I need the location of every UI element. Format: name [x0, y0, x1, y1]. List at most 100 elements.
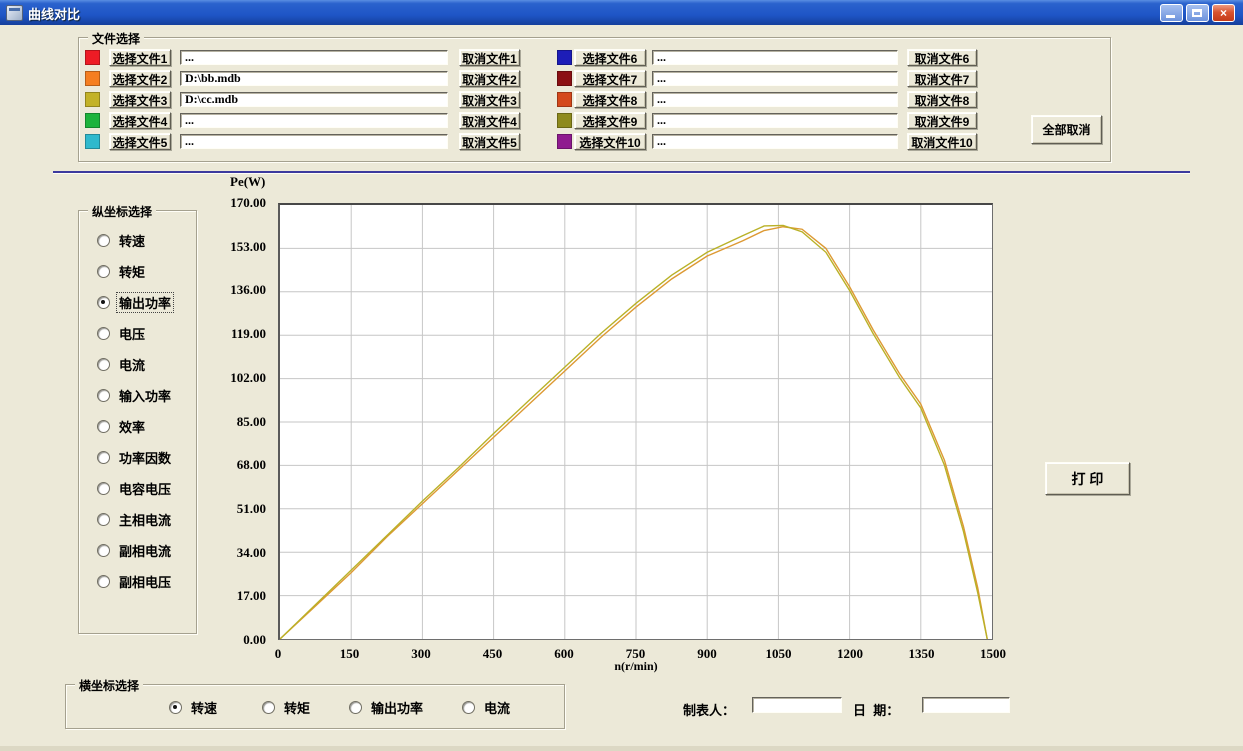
cancel-all-button[interactable]: 全部取消 — [1031, 115, 1102, 144]
y-axis-option[interactable]: 输出功率 — [97, 287, 173, 318]
select-file-button[interactable]: 选择文件7 — [574, 70, 646, 87]
x-axis-option[interactable]: 转矩 — [262, 698, 312, 717]
y-tick-label: 153.00 — [204, 239, 266, 255]
file-path-input[interactable] — [180, 92, 448, 107]
cancel-file-button[interactable]: 取消文件8 — [907, 91, 977, 108]
file-row: 选择文件3 取消文件3 — [85, 91, 520, 108]
y-tick-label: 51.00 — [204, 501, 266, 517]
cancel-file-button[interactable]: 取消文件4 — [459, 112, 520, 129]
y-axis-option[interactable]: 功率因数 — [97, 442, 173, 473]
x-axis-option[interactable]: 转速 — [169, 698, 219, 717]
file-column-right: 选择文件6 取消文件6 选择文件7 取消文件7 选择文件8 取消文件8 选择文件9 取消文件9… — [557, 49, 977, 154]
file-path-input[interactable] — [180, 50, 448, 65]
print-button[interactable]: 打 印 — [1045, 462, 1130, 495]
radio-icon[interactable] — [97, 544, 110, 557]
file-row: 选择文件10 取消文件10 — [557, 133, 977, 150]
file-row: 选择文件1 取消文件1 — [85, 49, 520, 66]
radio-icon[interactable] — [97, 327, 110, 340]
select-file-button[interactable]: 选择文件9 — [574, 112, 646, 129]
file-row: 选择文件5 取消文件5 — [85, 133, 520, 150]
y-axis-option[interactable]: 转矩 — [97, 256, 173, 287]
radio-icon[interactable] — [97, 265, 110, 278]
radio-icon[interactable] — [97, 420, 110, 433]
file-color-swatch — [85, 50, 100, 65]
file-selection-group-label: 文件选择 — [88, 30, 144, 47]
date-input[interactable] — [922, 697, 1010, 713]
select-file-button[interactable]: 选择文件5 — [109, 133, 171, 150]
radio-icon[interactable] — [262, 701, 275, 714]
radio-label: 电流 — [117, 355, 147, 374]
radio-icon[interactable] — [462, 701, 475, 714]
y-axis-option[interactable]: 电容电压 — [97, 473, 173, 504]
y-axis-option[interactable]: 电流 — [97, 349, 173, 380]
cancel-file-button[interactable]: 取消文件5 — [459, 133, 520, 150]
curve-compare-window: 曲线对比 × 文件选择 选择文件1取消文件1选择文件2取消文件2选择文件3取消文… — [0, 0, 1243, 751]
file-path-input[interactable] — [180, 71, 448, 86]
y-axis-option[interactable]: 电压 — [97, 318, 173, 349]
x-axis-option[interactable]: 输出功率 — [349, 698, 425, 717]
y-axis-option[interactable]: 副相电压 — [97, 566, 173, 597]
radio-icon[interactable] — [97, 451, 110, 464]
close-icon[interactable]: × — [1212, 4, 1235, 22]
maximize-icon[interactable] — [1186, 4, 1209, 22]
chart-plot-area — [278, 203, 993, 640]
bottom-strip — [0, 746, 1243, 751]
radio-icon[interactable] — [97, 575, 110, 588]
select-file-button[interactable]: 选择文件3 — [109, 91, 171, 108]
radio-icon[interactable] — [97, 234, 110, 247]
select-file-button[interactable]: 选择文件2 — [109, 70, 171, 87]
maker-input[interactable] — [752, 697, 842, 713]
radio-icon[interactable] — [97, 296, 110, 309]
file-color-swatch — [85, 134, 100, 149]
file-path-input[interactable] — [652, 113, 898, 128]
file-color-swatch — [557, 71, 572, 86]
separator-line — [53, 171, 1190, 173]
app-icon — [6, 5, 23, 21]
radio-icon[interactable] — [97, 513, 110, 526]
file-color-swatch — [557, 134, 572, 149]
x-axis-option[interactable]: 电流 — [462, 698, 512, 717]
select-file-button[interactable]: 选择文件6 — [574, 49, 646, 66]
radio-icon[interactable] — [97, 358, 110, 371]
file-path-input[interactable] — [652, 134, 898, 149]
radio-label: 转矩 — [282, 698, 312, 717]
select-file-button[interactable]: 选择文件8 — [574, 91, 646, 108]
minimize-icon[interactable] — [1160, 4, 1183, 22]
x-tick-label: 1050 — [747, 646, 811, 662]
select-file-button[interactable]: 选择文件1 — [109, 49, 171, 66]
file-row: 选择文件6 取消文件6 — [557, 49, 977, 66]
radio-icon[interactable] — [97, 482, 110, 495]
y-tick-label: 85.00 — [204, 414, 266, 430]
file-color-swatch — [85, 71, 100, 86]
cancel-file-button[interactable]: 取消文件10 — [907, 133, 977, 150]
radio-icon[interactable] — [349, 701, 362, 714]
select-file-button[interactable]: 选择文件4 — [109, 112, 171, 129]
file-path-input[interactable] — [180, 113, 448, 128]
select-file-button[interactable]: 选择文件10 — [574, 133, 646, 150]
cancel-file-button[interactable]: 取消文件1 — [459, 49, 520, 66]
y-axis-option[interactable]: 转速 — [97, 225, 173, 256]
file-path-input[interactable] — [652, 92, 898, 107]
cancel-file-button[interactable]: 取消文件7 — [907, 70, 977, 87]
y-axis-option[interactable]: 主相电流 — [97, 504, 173, 535]
radio-icon[interactable] — [97, 389, 110, 402]
y-tick-label: 119.00 — [204, 326, 266, 342]
cancel-file-button[interactable]: 取消文件2 — [459, 70, 520, 87]
radio-label: 功率因数 — [117, 448, 173, 467]
file-row: 选择文件4 取消文件4 — [85, 112, 520, 129]
y-axis-option[interactable]: 副相电流 — [97, 535, 173, 566]
x-tick-label: 600 — [532, 646, 596, 662]
cancel-file-button[interactable]: 取消文件6 — [907, 49, 977, 66]
file-path-input[interactable] — [652, 71, 898, 86]
radio-icon[interactable] — [169, 701, 182, 714]
file-path-input[interactable] — [652, 50, 898, 65]
y-axis-option[interactable]: 效率 — [97, 411, 173, 442]
cancel-file-button[interactable]: 取消文件3 — [459, 91, 520, 108]
file-path-input[interactable] — [180, 134, 448, 149]
file-color-swatch — [85, 113, 100, 128]
y-axis-option[interactable]: 输入功率 — [97, 380, 173, 411]
y-tick-label: 68.00 — [204, 457, 266, 473]
x-tick-label: 150 — [318, 646, 382, 662]
cancel-file-button[interactable]: 取消文件9 — [907, 112, 977, 129]
radio-label: 效率 — [117, 417, 147, 436]
